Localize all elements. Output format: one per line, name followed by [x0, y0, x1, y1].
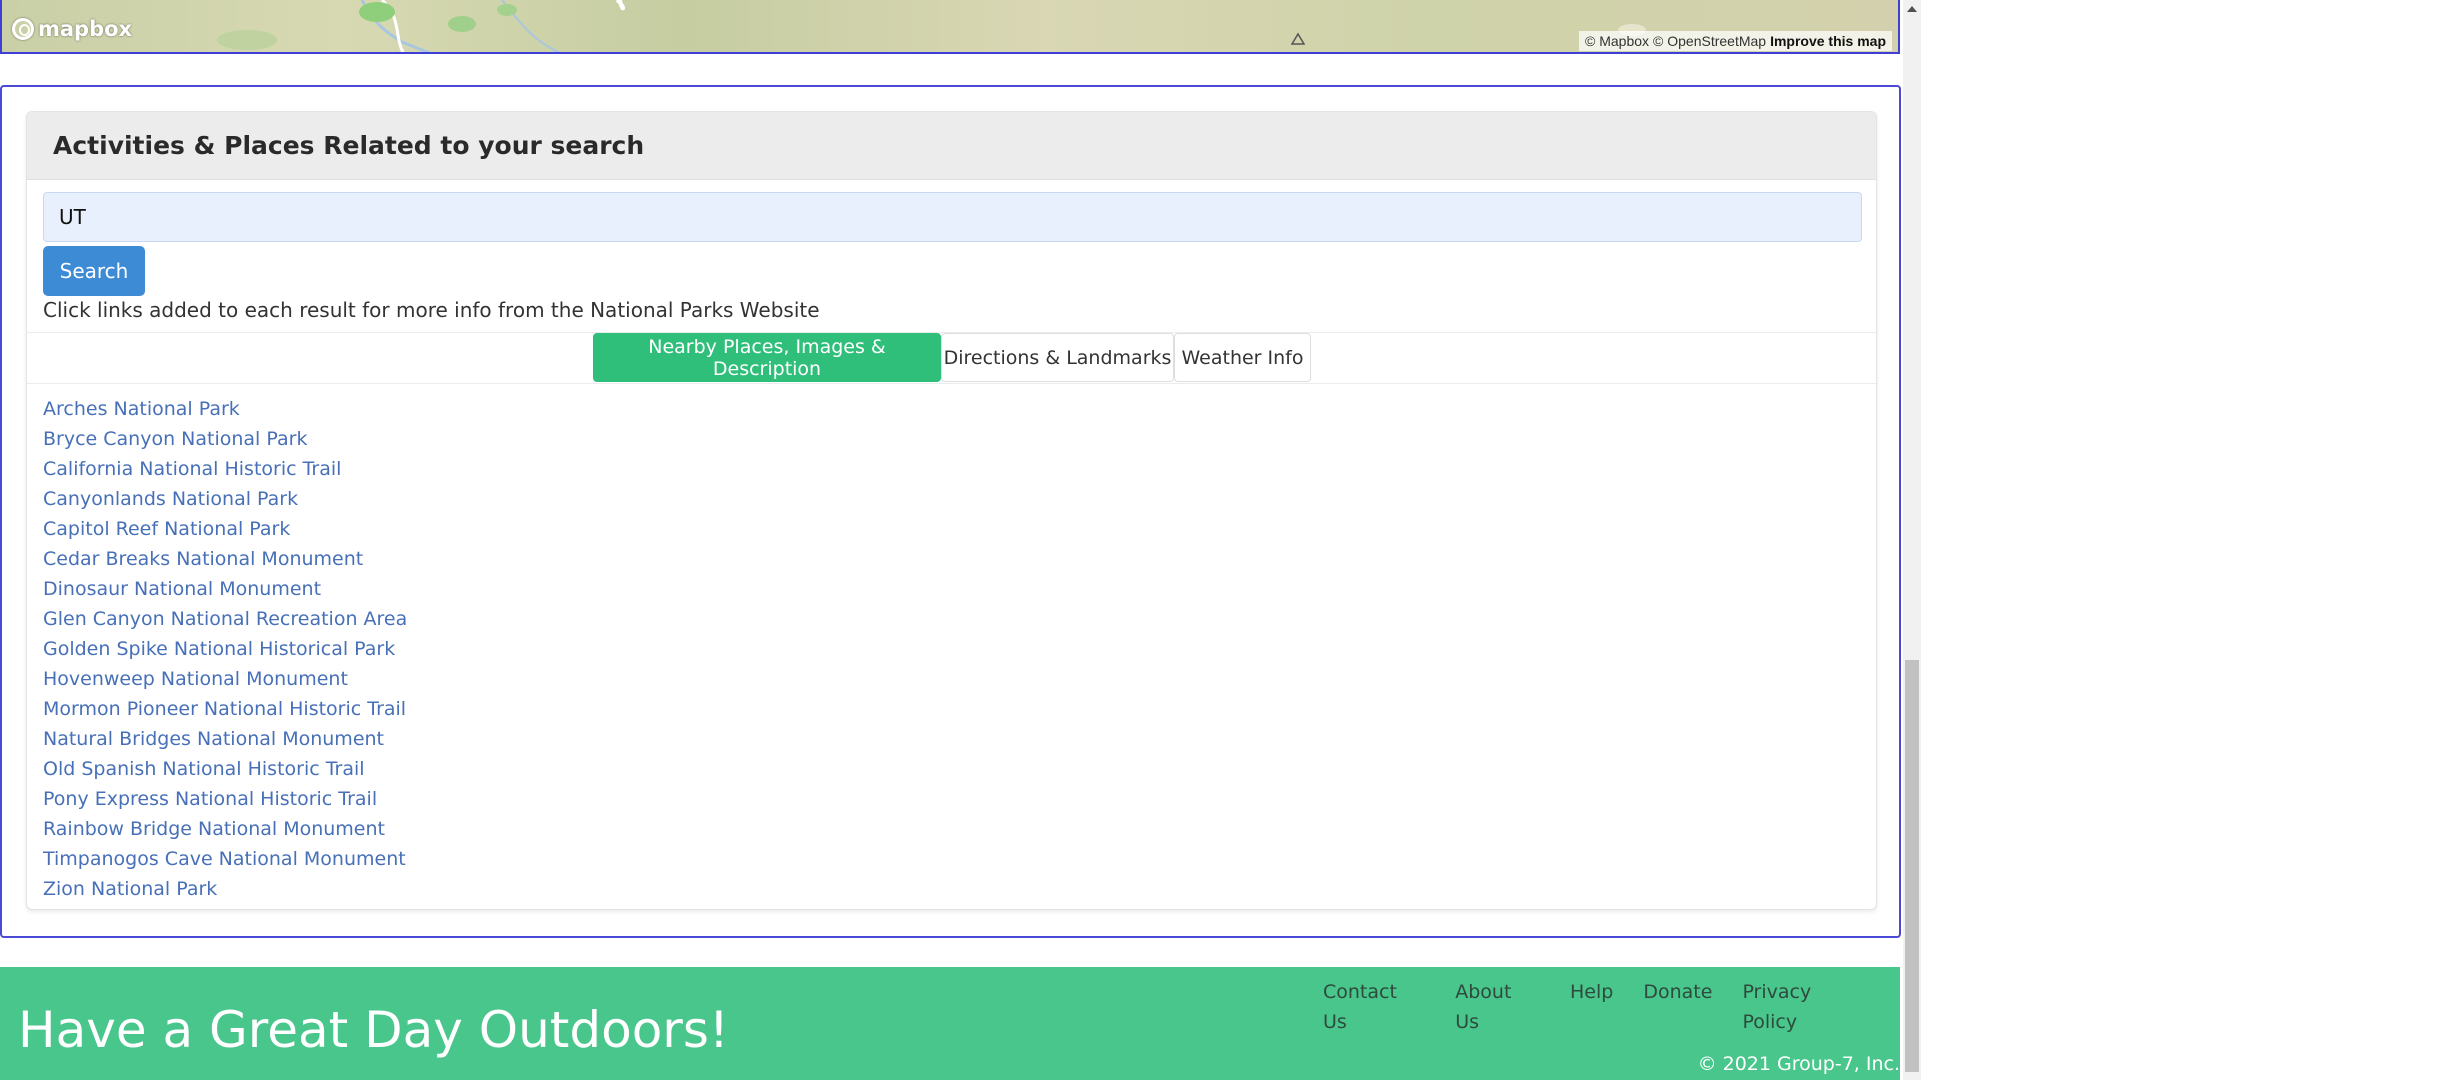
list-item: Golden Spike National Historical Park	[43, 634, 407, 664]
result-link[interactable]: Pony Express National Historic Trail	[43, 788, 377, 810]
footer-copyright: © 2021 Group-7, Inc.	[1697, 1053, 1900, 1075]
footer-link-privacy-policy[interactable]: Privacy Policy	[1742, 977, 1870, 1037]
footer-tagline: Have a Great Day Outdoors!	[18, 1001, 729, 1059]
result-link[interactable]: Rainbow Bridge National Monument	[43, 818, 385, 840]
result-link[interactable]: Canyonlands National Park	[43, 488, 298, 510]
list-item: Pony Express National Historic Trail	[43, 784, 407, 814]
activities-header: Activities & Places Related to your sear…	[27, 112, 1876, 180]
result-link[interactable]: Golden Spike National Historical Park	[43, 638, 395, 660]
footer-link-about-us[interactable]: About Us	[1455, 977, 1540, 1037]
result-link[interactable]: Glen Canyon National Recreation Area	[43, 608, 407, 630]
scrollbar-thumb[interactable]	[1905, 660, 1919, 1072]
list-item: Natural Bridges National Monument	[43, 724, 407, 754]
footer-nav: Contact Us About Us Help Donate Privacy …	[1323, 977, 1900, 1037]
tab-nearby-places[interactable]: Nearby Places, Images & Description	[593, 333, 941, 382]
site-footer: Have a Great Day Outdoors! Contact Us Ab…	[0, 967, 1900, 1080]
list-item: Timpanogos Cave National Monument	[43, 844, 407, 874]
activities-card: Activities & Places Related to your sear…	[26, 111, 1877, 910]
footer-link-donate[interactable]: Donate	[1643, 977, 1712, 1037]
footer-link-contact-us[interactable]: Contact Us	[1323, 977, 1425, 1037]
mapbox-logo[interactable]: mapbox	[12, 17, 132, 41]
map-attribution: © Mapbox © OpenStreetMap Improve this ma…	[1579, 31, 1892, 51]
scroll-up-arrow-icon[interactable]	[1907, 6, 1917, 12]
result-link[interactable]: Zion National Park	[43, 878, 217, 900]
search-input[interactable]	[43, 192, 1862, 242]
result-link[interactable]: Old Spanish National Historic Trail	[43, 758, 365, 780]
result-link[interactable]: Cedar Breaks National Monument	[43, 548, 363, 570]
mapbox-logo-icon	[12, 18, 34, 40]
list-item: Hovenweep National Monument	[43, 664, 407, 694]
list-item: Canyonlands National Park	[43, 484, 407, 514]
tab-directions-landmarks[interactable]: Directions & Landmarks	[941, 333, 1174, 382]
list-item: Arches National Park	[43, 394, 407, 424]
list-item: Bryce Canyon National Park	[43, 424, 407, 454]
osm-attribution-link[interactable]: © OpenStreetMap	[1653, 31, 1766, 51]
list-item: Rainbow Bridge National Monument	[43, 814, 407, 844]
list-item: Old Spanish National Historic Trail	[43, 754, 407, 784]
result-link[interactable]: Timpanogos Cave National Monument	[43, 848, 406, 870]
improve-map-link[interactable]: Improve this map	[1770, 31, 1886, 51]
list-item: Glen Canyon National Recreation Area	[43, 604, 407, 634]
footer-link-help[interactable]: Help	[1570, 977, 1613, 1037]
result-link[interactable]: Hovenweep National Monument	[43, 668, 348, 690]
list-item: Mormon Pioneer National Historic Trail	[43, 694, 407, 724]
result-link[interactable]: California National Historic Trail	[43, 458, 341, 480]
map-view[interactable]: mapbox © Mapbox © OpenStreetMap Improve …	[0, 0, 1900, 54]
result-link[interactable]: Arches National Park	[43, 398, 240, 420]
page-scrollbar[interactable]	[1903, 0, 1921, 1080]
list-item: California National Historic Trail	[43, 454, 407, 484]
result-link[interactable]: Mormon Pioneer National Historic Trail	[43, 698, 406, 720]
result-link[interactable]: Natural Bridges National Monument	[43, 728, 384, 750]
tab-weather-info[interactable]: Weather Info	[1174, 333, 1311, 382]
list-item: Cedar Breaks National Monument	[43, 544, 407, 574]
search-button[interactable]: Search	[43, 246, 145, 296]
result-link[interactable]: Capitol Reef National Park	[43, 518, 290, 540]
mapbox-logo-text: mapbox	[38, 17, 133, 41]
results-tab-bar: Nearby Places, Images & Description Dire…	[27, 332, 1876, 384]
list-item: Dinosaur National Monument	[43, 574, 407, 604]
help-text: Click links added to each result for mor…	[43, 298, 820, 322]
result-link[interactable]: Dinosaur National Monument	[43, 578, 321, 600]
results-list: Arches National Park Bryce Canyon Nation…	[43, 394, 407, 904]
list-item: Zion National Park	[43, 874, 407, 904]
result-link[interactable]: Bryce Canyon National Park	[43, 428, 307, 450]
list-item: Capitol Reef National Park	[43, 514, 407, 544]
activities-section: Activities & Places Related to your sear…	[0, 85, 1901, 938]
mapbox-attribution-link[interactable]: © Mapbox	[1585, 31, 1649, 51]
